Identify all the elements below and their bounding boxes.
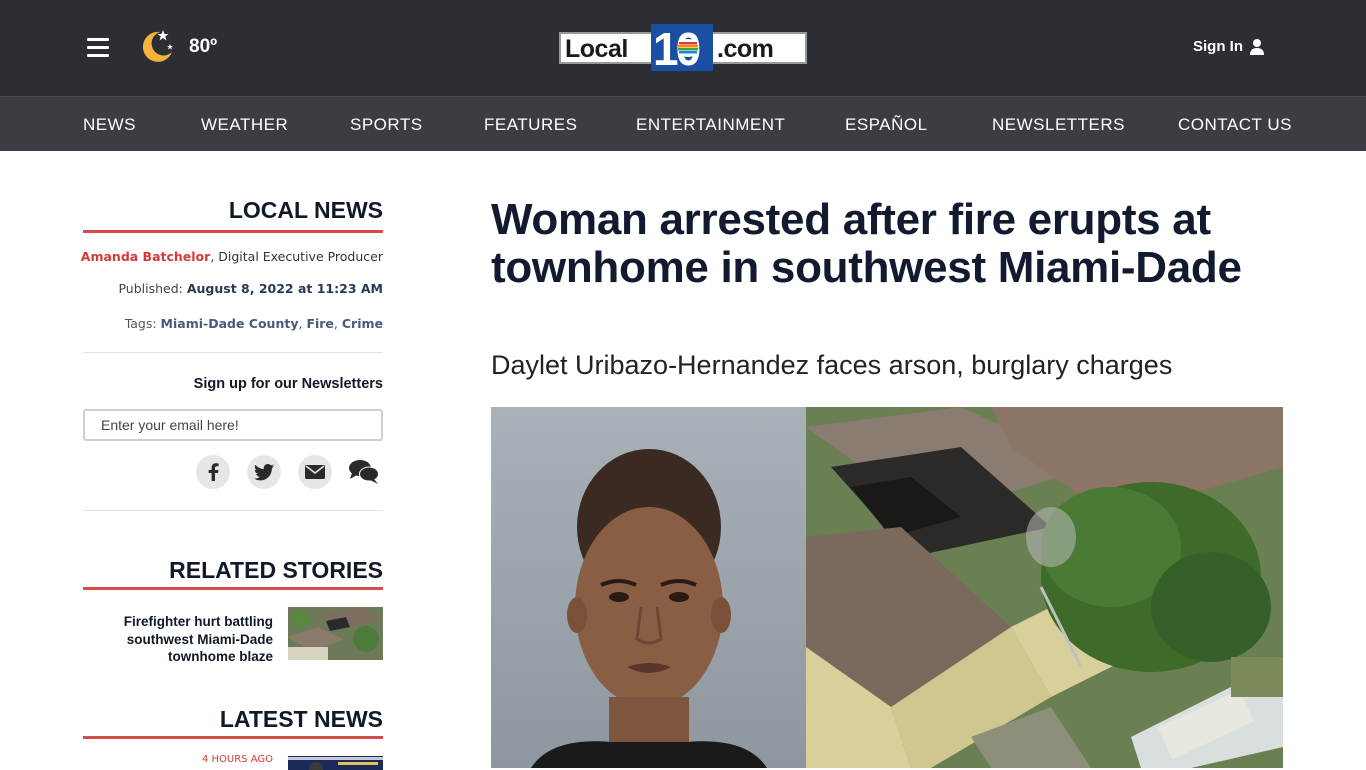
nav-entertainment[interactable]: ENTERTAINMENT bbox=[636, 115, 785, 135]
newsletter-label: Sign up for our Newsletters bbox=[193, 376, 383, 392]
byline: Amanda Batchelor, Digital Executive Prod… bbox=[81, 249, 383, 264]
article-hero-image[interactable] bbox=[491, 407, 1283, 768]
divider bbox=[83, 352, 383, 353]
sign-in-button[interactable]: Sign In bbox=[1193, 38, 1264, 55]
top-bar: 80º Local .com 10 Sign In bbox=[0, 0, 1366, 96]
main-navigation: NEWS WEATHER SPORTS FEATURES ENTERTAINME… bbox=[0, 96, 1366, 151]
nav-news[interactable]: NEWS bbox=[83, 115, 136, 135]
comments-icon bbox=[349, 460, 379, 484]
published-date: Published: August 8, 2022 at 11:23 AM bbox=[118, 281, 383, 296]
nav-sports[interactable]: SPORTS bbox=[350, 115, 423, 135]
site-logo[interactable]: Local .com 10 bbox=[559, 23, 807, 75]
mail-icon bbox=[305, 465, 325, 479]
logo-text-left: Local bbox=[565, 35, 628, 63]
local-news-heading[interactable]: LOCAL NEWS bbox=[229, 197, 383, 224]
divider bbox=[83, 510, 383, 511]
user-icon bbox=[1250, 38, 1264, 55]
moon-icon bbox=[142, 30, 173, 62]
article-subheadline: Daylet Uribazo-Hernandez faces arson, bu… bbox=[491, 350, 1173, 380]
section-rule bbox=[83, 230, 383, 233]
related-story-thumbnail[interactable] bbox=[288, 607, 383, 660]
facebook-icon bbox=[208, 463, 219, 481]
author-role: , Digital Executive Producer bbox=[210, 249, 383, 264]
nav-newsletters[interactable]: NEWSLETTERS bbox=[992, 115, 1125, 135]
section-rule bbox=[83, 736, 383, 739]
sign-in-label: Sign In bbox=[1193, 38, 1243, 55]
nav-weather[interactable]: WEATHER bbox=[201, 115, 288, 135]
article-headline: Woman arrested after fire erupts at town… bbox=[491, 195, 1242, 292]
author-link[interactable]: Amanda Batchelor bbox=[81, 249, 211, 264]
twitter-icon bbox=[254, 463, 274, 480]
latest-story-time: 4 HOURS AGO bbox=[201, 754, 273, 765]
hero-photo bbox=[491, 407, 1283, 768]
temperature: 80º bbox=[189, 36, 218, 57]
published-label: Published: bbox=[118, 281, 187, 296]
weather-widget[interactable]: 80º bbox=[136, 24, 226, 68]
tags-label: Tags: bbox=[124, 316, 161, 331]
related-stories-heading: RELATED STORIES bbox=[169, 557, 383, 583]
published-value: August 8, 2022 at 11:23 AM bbox=[186, 281, 383, 296]
menu-icon[interactable] bbox=[87, 38, 109, 58]
email-share-button[interactable] bbox=[298, 455, 332, 489]
related-story-link[interactable]: Firefighter hurt battling southwest Miam… bbox=[73, 613, 273, 666]
section-rule bbox=[83, 587, 383, 590]
tag-fire[interactable]: Fire bbox=[306, 316, 333, 331]
nav-features[interactable]: FEATURES bbox=[484, 115, 577, 135]
logo-stripes-icon bbox=[678, 39, 698, 57]
nav-espanol[interactable]: ESPAÑOL bbox=[845, 115, 928, 135]
tags-line: Tags: Miami-Dade County, Fire, Crime bbox=[124, 316, 383, 331]
facebook-share-button[interactable] bbox=[196, 455, 230, 489]
tag-crime[interactable]: Crime bbox=[342, 316, 383, 331]
nav-contact-us[interactable]: CONTACT US bbox=[1178, 115, 1292, 135]
latest-news-heading: LATEST NEWS bbox=[219, 706, 383, 732]
logo-text-right: .com bbox=[717, 35, 774, 63]
comments-button[interactable] bbox=[347, 455, 381, 489]
tag-miami-dade-county[interactable]: Miami-Dade County bbox=[161, 316, 299, 331]
email-input[interactable] bbox=[83, 409, 383, 441]
twitter-share-button[interactable] bbox=[247, 455, 281, 489]
